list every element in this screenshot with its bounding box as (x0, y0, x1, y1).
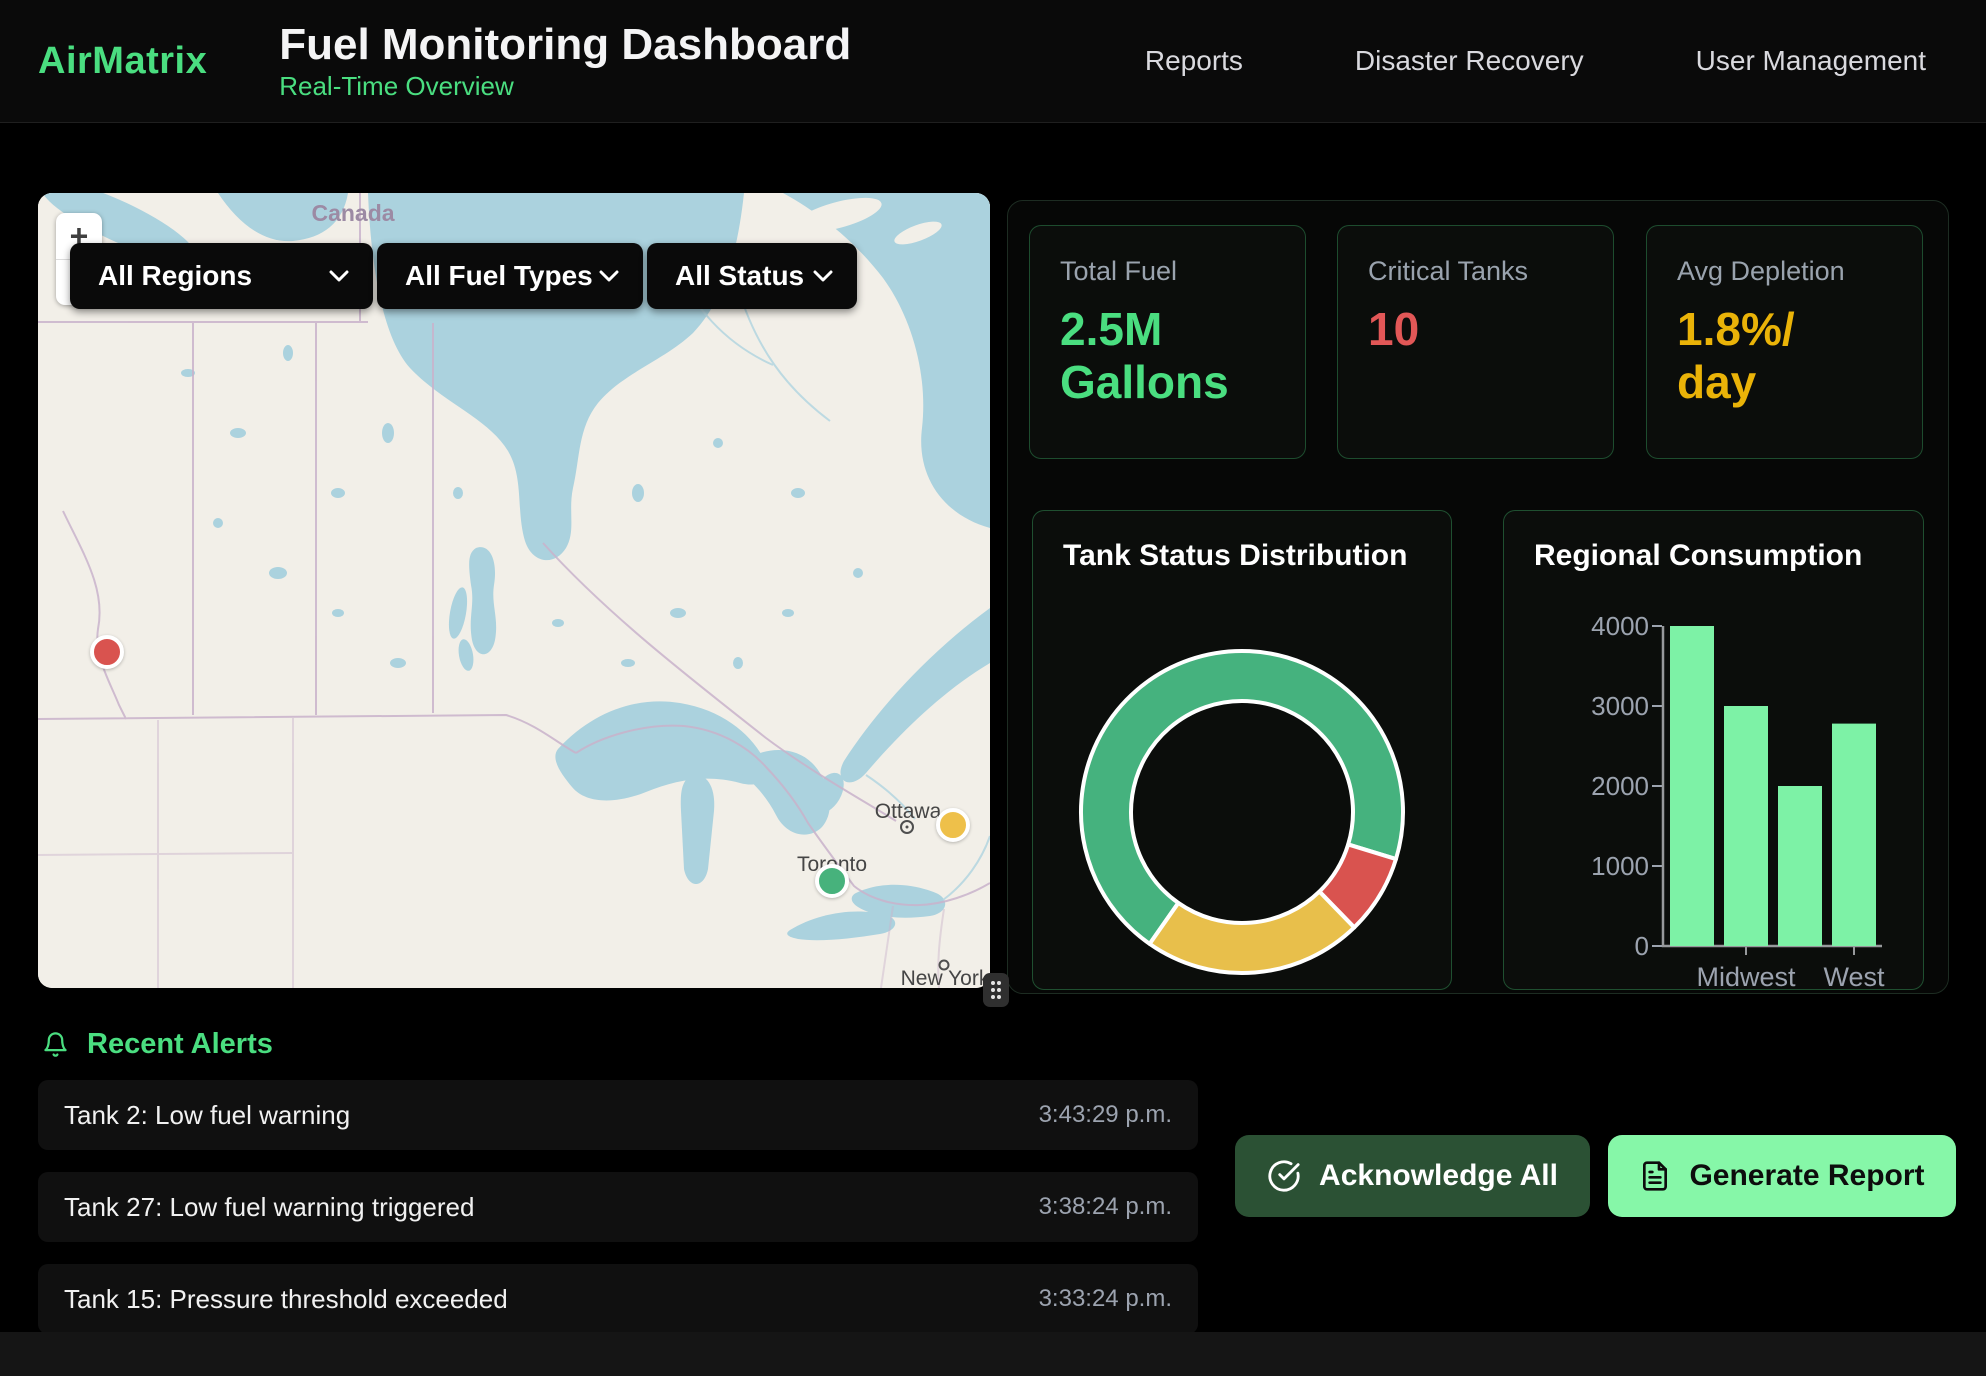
tank-status-donut-chart (1033, 601, 1453, 991)
donut-segment-warning (1150, 892, 1355, 973)
bell-icon (42, 1030, 69, 1059)
stat-label: Total Fuel (1060, 256, 1275, 287)
dashboard-page: AirMatrix Fuel Monitoring Dashboard Real… (0, 0, 1986, 1376)
stat-value: 2.5MGallons (1060, 303, 1275, 409)
alerts-title: Recent Alerts (87, 1028, 273, 1061)
nav-item-user-management[interactable]: User Management (1696, 45, 1926, 77)
chart-title: Tank Status Distribution (1033, 511, 1451, 573)
status-filter-dropdown[interactable]: All Status (647, 243, 857, 309)
page-title: Fuel Monitoring Dashboard (279, 23, 851, 67)
acknowledge-all-label: Acknowledge All (1319, 1159, 1558, 1193)
chevron-down-icon (599, 270, 619, 283)
alert-message: Tank 2: Low fuel warning (64, 1100, 350, 1131)
title-block: Fuel Monitoring Dashboard Real-Time Over… (279, 23, 851, 99)
alert-row[interactable]: Tank 15: Pressure threshold exceeded 3:33… (38, 1264, 1198, 1334)
x-tick-label: Midwest (1696, 962, 1796, 991)
alert-message: Tank 27: Low fuel warning triggered (64, 1192, 474, 1223)
acknowledge-all-button[interactable]: Acknowledge All (1235, 1135, 1590, 1217)
map-filters: All Regions All Fuel Types All Status (70, 243, 857, 309)
check-circle-icon (1267, 1159, 1301, 1193)
bar-Midwest (1724, 706, 1768, 946)
grip-dots-icon (989, 979, 1003, 1001)
fuel-type-filter-dropdown[interactable]: All Fuel Types (377, 243, 643, 309)
resize-drag-handle[interactable] (983, 973, 1009, 1007)
alert-timestamp: 3:43:29 p.m. (1039, 1101, 1172, 1129)
alert-timestamp: 3:38:24 p.m. (1039, 1193, 1172, 1221)
tank-status-chart-card: Tank Status Distribution (1032, 510, 1452, 990)
file-text-icon (1639, 1160, 1671, 1192)
generate-report-button[interactable]: Generate Report (1608, 1135, 1956, 1217)
stat-value: 10 (1368, 303, 1583, 356)
regional-consumption-bar-chart: 0 1000 2000 3000 4000 Midwest West (1504, 601, 1925, 991)
x-tick-label: West (1823, 962, 1885, 991)
stat-value: 1.8%/day (1677, 303, 1892, 409)
bar-series-0 (1670, 626, 1714, 946)
alert-message: Tank 15: Pressure threshold exceeded (64, 1284, 508, 1315)
stat-card-avg-depletion: Avg Depletion 1.8%/day (1646, 225, 1923, 459)
y-tick-label: 3000 (1591, 691, 1649, 721)
nav-item-disaster-recovery[interactable]: Disaster Recovery (1355, 45, 1584, 77)
alert-row[interactable]: Tank 2: Low fuel warning 3:43:29 p.m. (38, 1080, 1198, 1150)
stat-label: Avg Depletion (1677, 256, 1892, 287)
brand-logo: AirMatrix (38, 40, 207, 83)
bar-series-2 (1778, 786, 1822, 946)
region-filter-value: All Regions (98, 260, 252, 292)
fuel-type-filter-value: All Fuel Types (405, 260, 593, 292)
generate-report-label: Generate Report (1689, 1159, 1924, 1193)
y-tick-label: 2000 (1591, 771, 1649, 801)
region-filter-dropdown[interactable]: All Regions (70, 243, 373, 309)
nav-item-reports[interactable]: Reports (1145, 45, 1243, 77)
map-label-ottawa: Ottawa (875, 800, 942, 823)
page-subtitle: Real-Time Overview (279, 73, 851, 99)
status-filter-value: All Status (675, 260, 804, 292)
y-tick-label: 4000 (1591, 611, 1649, 641)
stat-card-total-fuel: Total Fuel 2.5MGallons (1029, 225, 1306, 459)
map-panel: Canada Ottawa Toronto New York + − All R… (38, 193, 990, 988)
tank-marker-warning[interactable] (936, 808, 970, 842)
alerts-header: Recent Alerts (42, 1028, 273, 1061)
chevron-down-icon (329, 270, 349, 283)
footer-strip (0, 1332, 1986, 1376)
y-tick-label: 0 (1635, 931, 1649, 961)
map-label-country: Canada (311, 200, 394, 226)
main-nav: Reports Disaster Recovery User Managemen… (1145, 45, 1926, 77)
y-tick-label: 1000 (1591, 851, 1649, 881)
tank-marker-normal[interactable] (815, 864, 849, 898)
stat-label: Critical Tanks (1368, 256, 1583, 287)
header-bar: AirMatrix Fuel Monitoring Dashboard Real… (0, 0, 1986, 123)
chart-title: Regional Consumption (1504, 511, 1923, 573)
alert-row[interactable]: Tank 27: Low fuel warning triggered 3:38:… (38, 1172, 1198, 1242)
alert-timestamp: 3:33:24 p.m. (1039, 1285, 1172, 1313)
map-canvas[interactable]: Canada Ottawa Toronto New York (38, 193, 990, 988)
bar-West (1832, 724, 1876, 946)
map-label-new-york: New York (901, 967, 990, 988)
regional-consumption-chart-card: Regional Consumption 0 1000 2000 3000 4000 Mi… (1503, 510, 1924, 990)
stat-card-critical-tanks: Critical Tanks 10 (1337, 225, 1614, 459)
tank-marker-critical[interactable] (90, 635, 124, 669)
chevron-down-icon (813, 270, 833, 283)
